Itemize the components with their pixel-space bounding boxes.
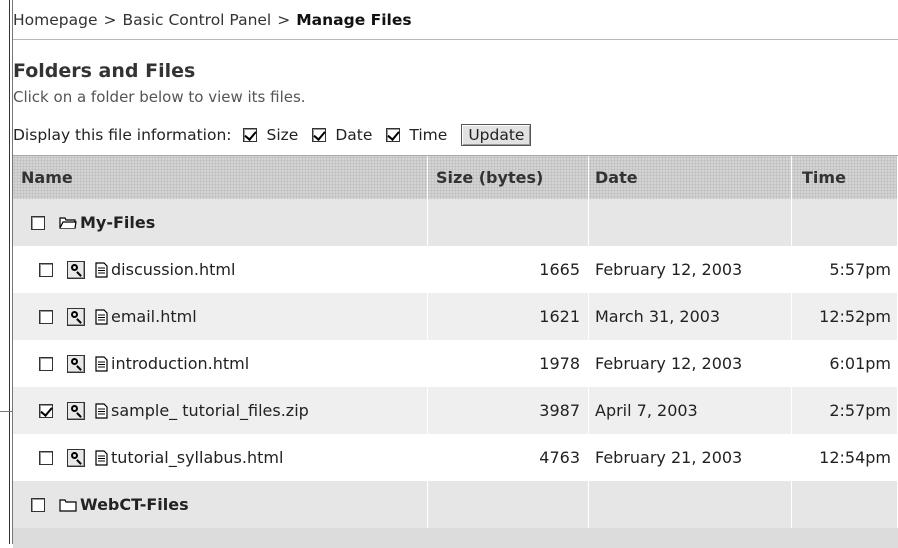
file-size: 1978 xyxy=(428,340,589,387)
breadcrumb-separator: > xyxy=(103,10,117,29)
column-header-name[interactable]: Name xyxy=(13,156,428,199)
file-date: February 21, 2003 xyxy=(589,434,792,481)
date-option-label: Date xyxy=(335,126,373,144)
display-options: Display this file information: Size Date… xyxy=(13,118,532,152)
breadcrumb-current: Manage Files xyxy=(296,10,412,29)
file-name[interactable]: email.html xyxy=(111,307,197,326)
document-icon xyxy=(95,355,108,372)
document-icon xyxy=(95,449,108,466)
time-option-label: Time xyxy=(409,126,448,144)
open-folder-icon xyxy=(59,217,77,229)
file-row: discussion.html 1665 February 12, 2003 5… xyxy=(13,246,898,293)
file-name[interactable]: tutorial_syllabus.html xyxy=(111,448,283,467)
file-time: 5:57pm xyxy=(792,246,898,293)
file-time: 12:52pm xyxy=(792,293,898,340)
folder-checkbox[interactable] xyxy=(31,497,45,512)
size-checkbox[interactable] xyxy=(243,128,258,142)
folder-row: WebCT-Files xyxy=(13,481,898,528)
file-size: 3987 xyxy=(428,387,589,434)
file-row: email.html 1621 March 31, 2003 12:52pm xyxy=(13,293,898,340)
file-checkbox[interactable] xyxy=(39,450,53,465)
preview-icon[interactable] xyxy=(67,354,85,373)
folder-name[interactable]: My-Files xyxy=(80,213,155,232)
folder-checkbox[interactable] xyxy=(31,215,45,230)
file-name[interactable]: discussion.html xyxy=(111,260,235,279)
frame-border xyxy=(9,0,10,544)
file-size: 1621 xyxy=(428,293,589,340)
file-time: 2:57pm xyxy=(792,387,898,434)
breadcrumb-separator: > xyxy=(277,10,291,29)
file-checkbox[interactable] xyxy=(39,309,53,324)
file-checkbox[interactable] xyxy=(39,403,53,418)
file-time: 6:01pm xyxy=(792,340,898,387)
file-name[interactable]: introduction.html xyxy=(111,354,249,373)
file-date: February 12, 2003 xyxy=(589,246,792,293)
column-header-time[interactable]: Time xyxy=(792,156,898,199)
breadcrumb: Homepage > Basic Control Panel > Manage … xyxy=(13,0,898,40)
date-checkbox[interactable] xyxy=(312,128,327,142)
folder-row: My-Files xyxy=(13,199,898,246)
folder-name[interactable]: WebCT-Files xyxy=(80,495,189,514)
folder-icon xyxy=(59,499,77,512)
file-row: introduction.html 1978 February 12, 2003… xyxy=(13,340,898,387)
document-icon xyxy=(95,308,108,325)
file-checkbox[interactable] xyxy=(39,262,53,277)
breadcrumb-link-homepage[interactable]: Homepage xyxy=(13,11,98,29)
preview-icon[interactable] xyxy=(67,260,85,279)
file-checkbox[interactable] xyxy=(39,356,53,371)
column-header-date[interactable]: Date xyxy=(589,156,792,199)
file-row: tutorial_syllabus.html 4763 February 21,… xyxy=(13,434,898,481)
preview-icon[interactable] xyxy=(67,307,85,326)
column-header-size[interactable]: Size (bytes) xyxy=(428,156,589,199)
file-date: February 12, 2003 xyxy=(589,340,792,387)
update-button[interactable]: Update xyxy=(461,124,532,146)
breadcrumb-link-control-panel[interactable]: Basic Control Panel xyxy=(123,11,272,29)
page-instructions: Click on a folder below to view its file… xyxy=(13,88,306,106)
page-title: Folders and Files xyxy=(13,60,196,82)
document-icon xyxy=(95,261,108,278)
time-checkbox[interactable] xyxy=(386,128,401,142)
file-date: March 31, 2003 xyxy=(589,293,792,340)
document-icon xyxy=(95,402,108,419)
display-options-label: Display this file information: xyxy=(13,126,232,144)
table-row-partial xyxy=(13,528,898,548)
file-name[interactable]: sample_ tutorial_files.zip xyxy=(111,401,309,420)
file-date: April 7, 2003 xyxy=(589,387,792,434)
file-size: 4763 xyxy=(428,434,589,481)
file-time: 12:54pm xyxy=(792,434,898,481)
table-header: Name Size (bytes) Date Time xyxy=(13,156,898,199)
preview-icon[interactable] xyxy=(67,448,85,467)
size-option-label: Size xyxy=(266,126,299,144)
preview-icon[interactable] xyxy=(67,401,85,420)
file-size: 1665 xyxy=(428,246,589,293)
file-table: Name Size (bytes) Date Time My-Files dis… xyxy=(13,155,898,548)
file-row: sample_ tutorial_files.zip 3987 April 7,… xyxy=(13,387,898,434)
